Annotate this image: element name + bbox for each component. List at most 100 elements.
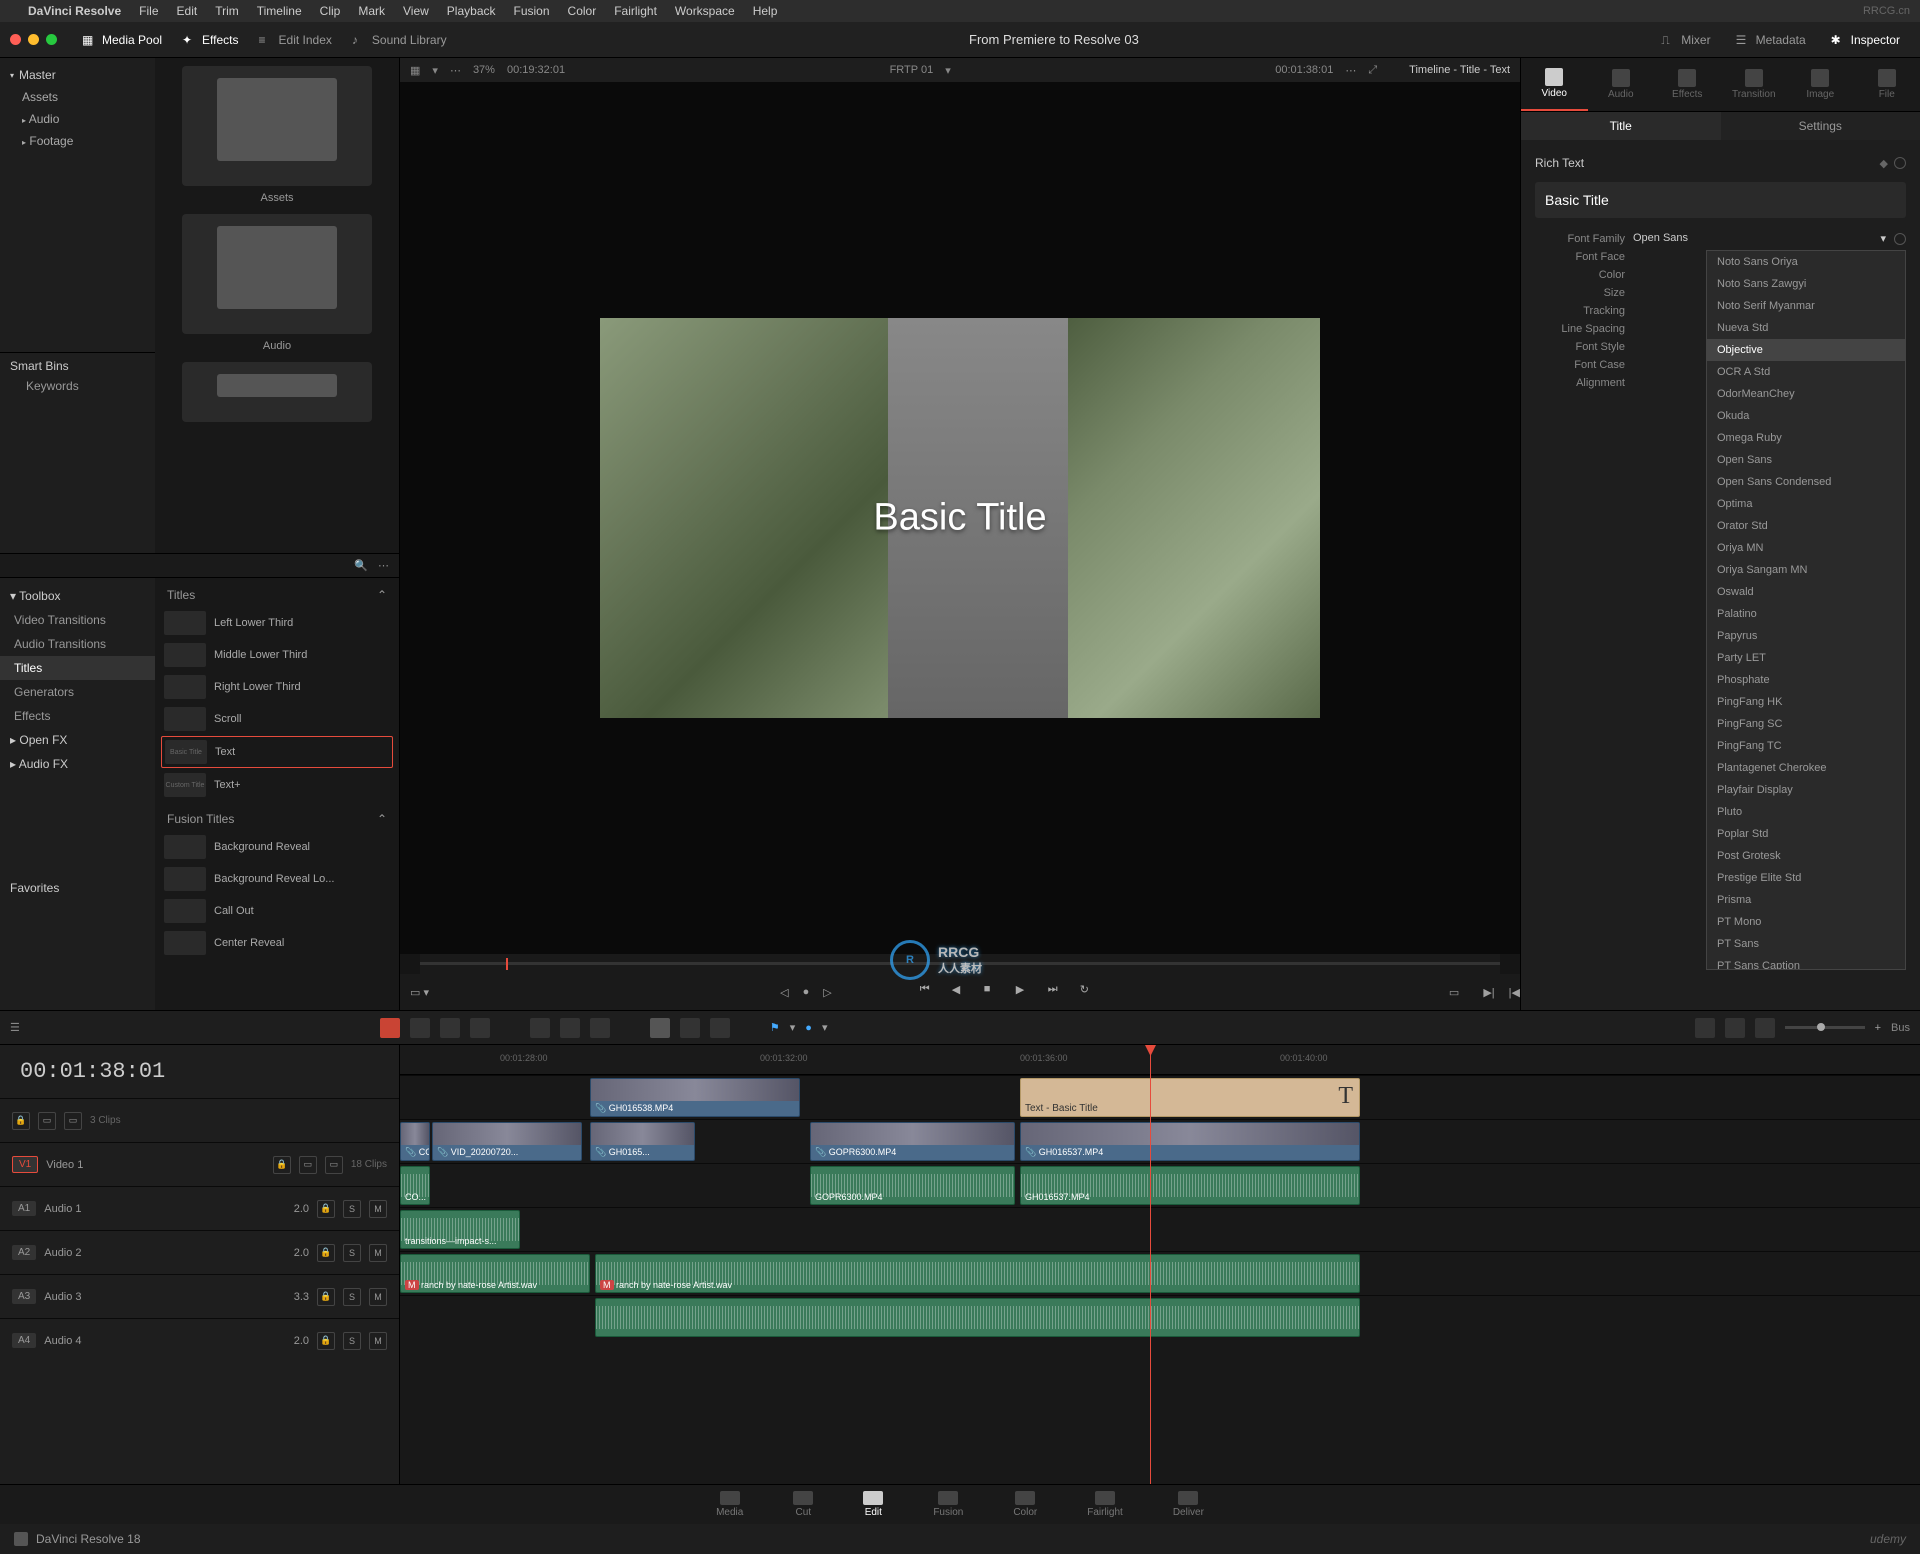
menu-color[interactable]: Color [568, 4, 597, 18]
toolbox-group[interactable]: ▾ Toolbox [0, 584, 155, 608]
inspector-tab-video[interactable]: Video [1521, 58, 1588, 111]
mute-button[interactable]: M [369, 1332, 387, 1350]
home-icon[interactable] [14, 1532, 28, 1546]
menu-timeline[interactable]: Timeline [257, 4, 302, 18]
auto-select-icon[interactable]: ▭ [38, 1112, 56, 1130]
font-option[interactable]: Noto Sans Zawgyi [1707, 273, 1905, 295]
subtab-settings[interactable]: Settings [1721, 112, 1920, 140]
search-icon[interactable]: 🔍 [354, 559, 368, 572]
title-item[interactable]: Middle Lower Third [161, 640, 393, 670]
options-icon[interactable]: ⋯ [378, 559, 389, 572]
track-tag[interactable]: V1 [12, 1156, 38, 1173]
keyframe-icon[interactable]: ◆ [1880, 157, 1888, 170]
track-head-a2[interactable]: A2 Audio 2 2.0 🔒 S M [0, 1230, 399, 1274]
timeline-track[interactable]: 📎 GH016538.MP4Text - Basic TitleT [400, 1075, 1920, 1119]
insert-tool[interactable] [470, 1018, 490, 1038]
video-clip[interactable]: 📎 VID_20200720... [432, 1122, 582, 1161]
font-option[interactable]: Plantagenet Cherokee [1707, 757, 1905, 779]
menu-fusion[interactable]: Fusion [514, 4, 550, 18]
stop-button[interactable]: ■ [984, 983, 1002, 1001]
page-fairlight[interactable]: Fairlight [1087, 1491, 1123, 1518]
folder-audio[interactable] [182, 214, 372, 334]
reset-icon[interactable] [1894, 233, 1906, 245]
bin-content[interactable]: Assets Audio [155, 58, 399, 553]
prev-clip-button[interactable]: ⏮ [920, 983, 938, 1001]
mute-button[interactable]: M [369, 1244, 387, 1262]
page-media[interactable]: Media [716, 1491, 743, 1518]
fx-video-transitions[interactable]: Video Transitions [0, 608, 155, 632]
folder-item[interactable] [182, 362, 372, 422]
menu-trim[interactable]: Trim [215, 4, 239, 18]
inspector-tab-effects[interactable]: Effects [1654, 58, 1721, 111]
lock-icon[interactable]: 🔒 [317, 1200, 335, 1218]
view-options-icon[interactable]: ⋯ [450, 64, 461, 77]
program-viewer[interactable]: Basic Title [400, 82, 1520, 954]
title-item[interactable]: Custom TitleText+ [161, 770, 393, 800]
audio-clip[interactable]: M ranch by nate-rose Artist.wav [595, 1254, 1360, 1293]
font-option[interactable]: Open Sans Condensed [1707, 471, 1905, 493]
font-option[interactable]: Noto Serif Myanmar [1707, 295, 1905, 317]
metadata-toggle[interactable]: ☰Metadata [1726, 29, 1816, 51]
fusion-title-item[interactable]: Center Reveal [161, 928, 393, 958]
font-option[interactable]: OdorMeanChey [1707, 383, 1905, 405]
menu-workspace[interactable]: Workspace [675, 4, 735, 18]
title-text[interactable]: Basic TitleText [161, 736, 393, 768]
font-option[interactable]: Oswald [1707, 581, 1905, 603]
view-grid-icon[interactable]: ▦ [410, 64, 420, 77]
bin-footage[interactable]: ▸ Footage [0, 130, 155, 152]
openfx-group[interactable]: ▸ Open FX [0, 728, 155, 752]
subtab-title[interactable]: Title [1521, 112, 1721, 140]
auto-select-icon[interactable]: ▭ [299, 1156, 317, 1174]
minimize-window-button[interactable] [28, 34, 39, 45]
flag-blue-icon[interactable]: ⚑ [770, 1021, 780, 1034]
prev-edit-icon[interactable]: |◀ [1509, 986, 1520, 999]
zoom-level[interactable]: 37% [473, 64, 495, 76]
snap-icon[interactable] [1695, 1018, 1715, 1038]
reset-icon[interactable] [1894, 157, 1906, 169]
editindex-toggle[interactable]: ≡Edit Index [249, 29, 342, 51]
fusion-title-item[interactable]: Background Reveal [161, 832, 393, 862]
fusion-title-item[interactable]: Background Reveal Lo... [161, 864, 393, 894]
view-dropdown[interactable]: ▾ [432, 64, 438, 77]
fx-titles[interactable]: Titles [0, 656, 155, 680]
vis-icon[interactable]: ▭ [64, 1112, 82, 1130]
mixer-toggle[interactable]: ⎍Mixer [1651, 29, 1720, 51]
lock-icon[interactable]: 🔒 [317, 1332, 335, 1350]
audio-clip[interactable]: M ranch by nate-rose Artist.wav [400, 1254, 590, 1293]
soundlib-toggle[interactable]: ♪Sound Library [342, 29, 457, 51]
solo-button[interactable]: S [343, 1288, 361, 1306]
track-head-a4[interactable]: A4 Audio 4 2.0 🔒 S M [0, 1318, 399, 1362]
title-item[interactable]: Left Lower Third [161, 608, 393, 638]
step-back-button[interactable]: ◀ [952, 983, 970, 1001]
prop-value[interactable]: Open Sans ▾ [1633, 232, 1886, 245]
font-option[interactable]: Palatino [1707, 603, 1905, 625]
lock-icon[interactable]: 🔒 [317, 1288, 335, 1306]
font-option[interactable]: PT Mono [1707, 911, 1905, 933]
lock-icon[interactable]: 🔒 [12, 1112, 30, 1130]
font-option[interactable]: Phosphate [1707, 669, 1905, 691]
font-option[interactable]: PT Sans [1707, 933, 1905, 955]
replace-tool[interactable] [560, 1018, 580, 1038]
next-clip-button[interactable]: ⏭ [1048, 983, 1066, 1001]
loop-button[interactable]: ↻ [1080, 983, 1098, 1001]
zoom-add-icon[interactable]: + [1875, 1022, 1881, 1034]
font-option[interactable]: Objective [1707, 339, 1905, 361]
font-option[interactable]: PingFang TC [1707, 735, 1905, 757]
page-fusion[interactable]: Fusion [933, 1491, 963, 1518]
font-option[interactable]: Nueva Std [1707, 317, 1905, 339]
track-head-a3[interactable]: A3 Audio 3 3.3 🔒 S M [0, 1274, 399, 1318]
zoom-slider[interactable] [1785, 1026, 1865, 1029]
inspector-tab-transition[interactable]: Transition [1721, 58, 1788, 111]
menu-playback[interactable]: Playback [447, 4, 496, 18]
collapse-icon[interactable]: ⌃ [377, 812, 387, 826]
font-option[interactable]: Omega Ruby [1707, 427, 1905, 449]
track-head-v1[interactable]: V1 Video 1 🔒 ▭ ▭ 18 Clips [0, 1142, 399, 1186]
inspector-tab-file[interactable]: File [1854, 58, 1920, 111]
video-clip[interactable]: 📎 GH0165... [590, 1122, 695, 1161]
overwrite-tool[interactable] [530, 1018, 550, 1038]
flag-dropdown[interactable]: ▾ [790, 1021, 796, 1034]
font-option[interactable]: PingFang HK [1707, 691, 1905, 713]
zoom-in-icon[interactable] [1755, 1018, 1775, 1038]
menu-help[interactable]: Help [753, 4, 778, 18]
solo-button[interactable]: S [343, 1332, 361, 1350]
